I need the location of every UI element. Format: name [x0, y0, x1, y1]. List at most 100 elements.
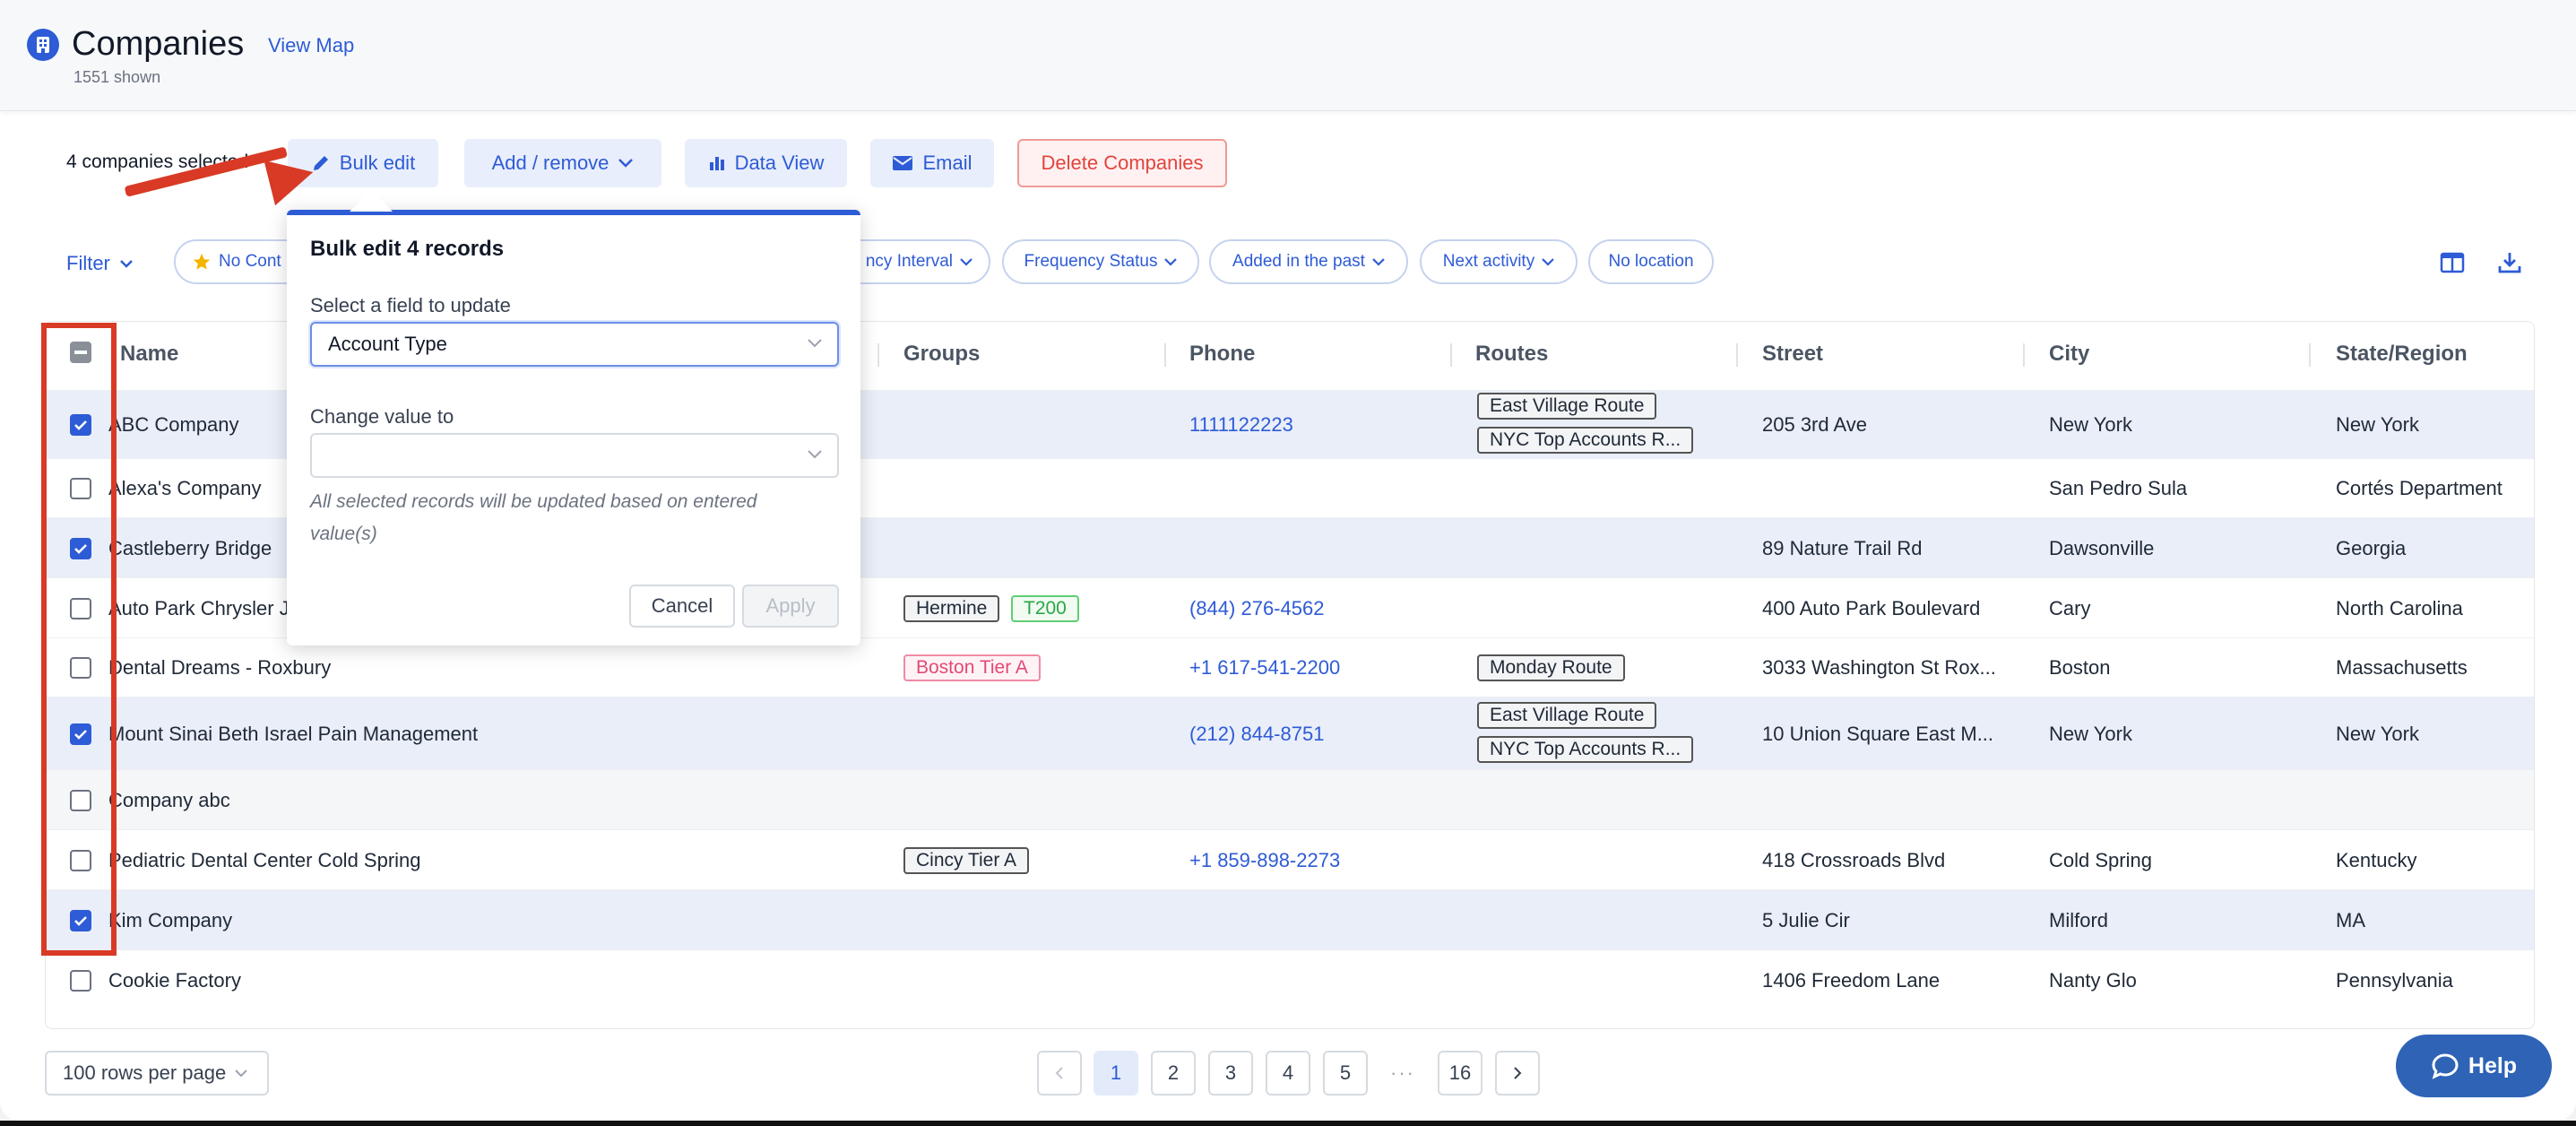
change-value-select[interactable] — [310, 433, 839, 478]
route-tag: East Village Route — [1477, 393, 1657, 420]
column-header-phone[interactable]: Phone — [1189, 342, 1255, 367]
change-value-label: Change value to — [310, 405, 454, 428]
column-header-state-region[interactable]: State/Region — [2336, 342, 2468, 367]
filter-pill-added-in-the-past[interactable]: Added in the past — [1209, 239, 1408, 284]
phone-link[interactable]: 1111122223 — [1189, 413, 1449, 437]
data-view-button[interactable]: Data View — [685, 139, 847, 187]
column-header-city[interactable]: City — [2049, 342, 2089, 367]
page-ellipsis: ··· — [1380, 1051, 1425, 1096]
chevron-down-icon — [1542, 257, 1554, 266]
city-cell: New York — [2049, 723, 2132, 745]
column-header-groups[interactable]: Groups — [903, 342, 980, 367]
phone-link[interactable]: (212) 844-8751 — [1189, 723, 1449, 746]
table-row[interactable]: Mount Sinai Beth Israel Pain Management (… — [46, 697, 2534, 769]
filter-pill-next-activity[interactable]: Next activity — [1420, 239, 1578, 284]
cancel-button[interactable]: Cancel — [629, 585, 735, 628]
add-remove-label: Add / remove — [491, 152, 609, 174]
filter-pill-label: No Cont — [219, 252, 281, 271]
column-divider — [2309, 343, 2311, 367]
street-cell: 5 Julie Cir — [1762, 909, 1850, 931]
bulk-edit-popover: Bulk edit 4 records Select a field to up… — [287, 210, 860, 645]
filter-pill-no-location[interactable]: No location — [1588, 239, 1714, 284]
filter-pill-frequency-status[interactable]: Frequency Status — [1002, 239, 1199, 284]
pencil-icon — [313, 156, 328, 170]
company-name: Dental Dreams - Roxbury — [108, 656, 332, 679]
star-icon — [193, 253, 211, 270]
rows-per-page-select[interactable]: 100 rows per page — [45, 1051, 269, 1096]
state-cell: New York — [2336, 413, 2419, 436]
update-hint: All selected records will be updated bas… — [310, 491, 757, 544]
phone-link[interactable]: (844) 276-4562 — [1189, 597, 1449, 620]
app-window: Companies View Map 1551 shown 4 companie… — [0, 0, 2576, 1121]
help-label: Help — [2468, 1052, 2518, 1078]
email-button[interactable]: Email — [870, 139, 994, 187]
route-tag: Monday Route — [1477, 654, 1625, 681]
filter-pill-label: ncy Interval — [865, 252, 953, 271]
page-button[interactable]: 2 — [1151, 1051, 1196, 1096]
filter-pill-label: Next activity — [1442, 252, 1535, 271]
download-icon[interactable] — [2497, 250, 2522, 275]
screen-bottom-edge — [0, 1121, 2576, 1126]
street-cell: 3033 Washington St Rox... — [1762, 656, 1996, 679]
city-cell: New York — [2049, 413, 2132, 436]
data-view-label: Data View — [734, 152, 825, 174]
city-cell: Cary — [2049, 597, 2091, 619]
state-cell: North Carolina — [2336, 597, 2463, 619]
bar-chart-icon — [709, 157, 724, 170]
state-cell: New York — [2336, 723, 2419, 745]
row-checkbox[interactable] — [70, 970, 91, 992]
city-cell: Nanty Glo — [2049, 969, 2137, 992]
route-tag: East Village Route — [1477, 702, 1657, 729]
page-button[interactable]: 1 — [1094, 1051, 1138, 1096]
phone-link[interactable]: +1 859-898-2273 — [1189, 849, 1449, 872]
street-cell: 400 Auto Park Boulevard — [1762, 597, 1981, 619]
rows-per-page-label: 100 rows per page — [63, 1061, 227, 1084]
next-page-button[interactable] — [1495, 1051, 1540, 1096]
group-tag: T200 — [1011, 595, 1079, 622]
view-map-link[interactable]: View Map — [268, 34, 354, 57]
route-tag: NYC Top Accounts R... — [1477, 427, 1694, 454]
prev-page-button[interactable] — [1037, 1051, 1082, 1096]
email-label: Email — [922, 152, 972, 174]
columns-icon[interactable] — [2440, 250, 2465, 275]
chevron-down-icon — [808, 450, 822, 459]
column-header-routes[interactable]: Routes — [1475, 342, 1548, 367]
state-cell: Pennsylvania — [2336, 969, 2453, 992]
page-button[interactable]: 3 — [1208, 1051, 1253, 1096]
popover-title: Bulk edit 4 records — [310, 237, 505, 261]
chat-bubble-icon — [2432, 1053, 2459, 1079]
company-name: Kim Company — [108, 909, 233, 931]
filter-dropdown[interactable]: Filter — [66, 252, 134, 275]
table-row[interactable]: Kim Company 5 Julie Cir Milford MA — [46, 889, 2534, 949]
table-row[interactable]: Company abc — [46, 769, 2534, 829]
page-title: Companies — [72, 25, 245, 63]
field-select[interactable]: Account Type — [310, 322, 839, 367]
column-header-street[interactable]: Street — [1762, 342, 1823, 367]
column-header-name[interactable]: Name — [120, 342, 178, 367]
page-button[interactable]: 16 — [1438, 1051, 1482, 1096]
page-button[interactable]: 5 — [1323, 1051, 1368, 1096]
apply-button[interactable]: Apply — [742, 585, 839, 628]
table-row[interactable]: Dental Dreams - Roxbury +1 617-541-2200 30… — [46, 637, 2534, 697]
page-button[interactable]: 4 — [1266, 1051, 1310, 1096]
add-remove-button[interactable]: Add / remove — [464, 139, 661, 187]
table-row[interactable]: Pediatric Dental Center Cold Spring +1 85… — [46, 829, 2534, 889]
filter-label: Filter — [66, 252, 110, 274]
help-button[interactable]: Help — [2396, 1035, 2552, 1097]
group-tag: Cincy Tier A — [903, 847, 1030, 874]
delete-companies-button[interactable]: Delete Companies — [1017, 139, 1227, 187]
column-divider — [877, 343, 879, 367]
phone-link[interactable]: +1 617-541-2200 — [1189, 656, 1449, 680]
company-name: Company abc — [108, 789, 230, 811]
chevron-down-icon — [808, 339, 822, 348]
chevron-down-icon — [618, 159, 634, 168]
bulk-edit-label: Bulk edit — [339, 152, 416, 174]
state-cell: Georgia — [2336, 537, 2407, 559]
chevron-down-icon — [120, 260, 133, 268]
state-cell: MA — [2336, 909, 2365, 931]
chevron-right-icon — [1514, 1067, 1522, 1079]
street-cell: 89 Nature Trail Rd — [1762, 537, 1923, 559]
state-cell: Massachusetts — [2336, 656, 2468, 679]
table-row[interactable]: Cookie Factory 1406 Freedom Lane Nanty Glo… — [46, 949, 2534, 1009]
company-name: Pediatric Dental Center Cold Spring — [108, 849, 421, 871]
